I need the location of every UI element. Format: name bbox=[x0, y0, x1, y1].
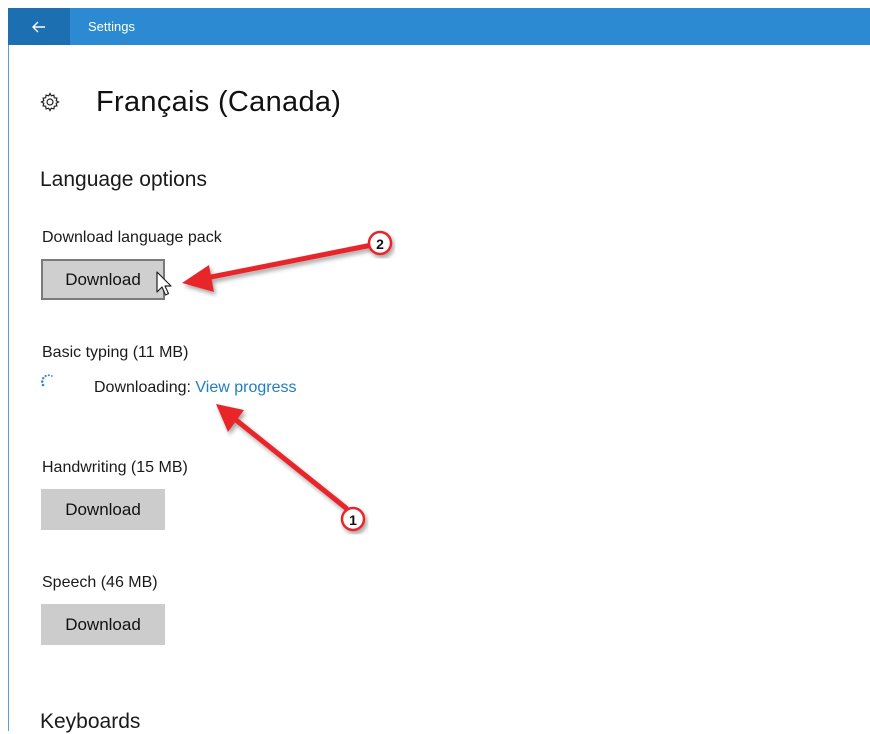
window-border bbox=[8, 45, 9, 731]
view-progress-link[interactable]: View progress bbox=[195, 379, 296, 396]
annotation-badge-2 bbox=[367, 230, 393, 256]
title-bar: Settings bbox=[8, 8, 870, 45]
progress-spinner-icon bbox=[40, 374, 53, 387]
annotation-arrow-2 bbox=[182, 242, 375, 292]
download-speech-button[interactable]: Download bbox=[41, 604, 165, 645]
download-status-text: Downloading: bbox=[94, 379, 191, 396]
handwriting-label: Handwriting (15 MB) bbox=[42, 459, 188, 476]
keyboards-heading: Keyboards bbox=[40, 710, 141, 733]
language-pack-label: Download language pack bbox=[42, 229, 222, 246]
mouse-cursor-icon bbox=[156, 271, 172, 296]
page-title: Français (Canada) bbox=[96, 85, 342, 118]
annotation-badge-1 bbox=[340, 506, 366, 532]
annotation-badge-1-number: 1 bbox=[349, 512, 357, 528]
gear-icon bbox=[40, 92, 60, 112]
language-options-heading: Language options bbox=[40, 168, 207, 191]
download-language-pack-button[interactable]: Download bbox=[41, 259, 165, 300]
download-handwriting-button[interactable]: Download bbox=[41, 489, 165, 530]
annotation-arrow-1 bbox=[216, 404, 349, 511]
download-status: Downloading: View progress bbox=[94, 379, 297, 397]
page-header: Français (Canada) bbox=[40, 80, 341, 124]
annotation-badge-2-number: 2 bbox=[376, 236, 384, 252]
back-button[interactable] bbox=[8, 8, 70, 45]
arrow-left-icon bbox=[32, 21, 45, 32]
app-title: Settings bbox=[88, 19, 135, 34]
speech-label: Speech (46 MB) bbox=[42, 574, 158, 591]
basic-typing-label: Basic typing (11 MB) bbox=[42, 344, 189, 361]
